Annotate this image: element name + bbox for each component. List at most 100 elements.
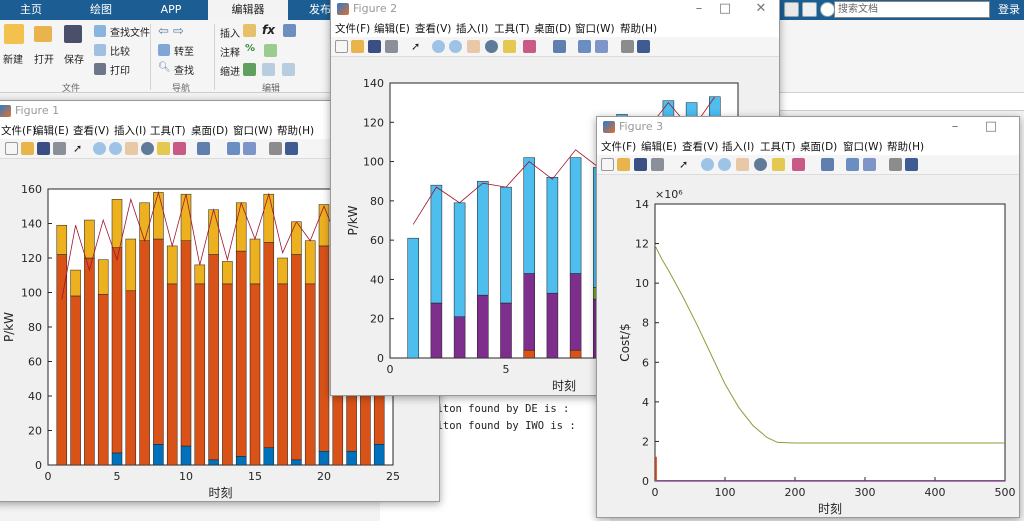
show-plot-tools-icon[interactable] [285, 142, 298, 155]
menu-edit[interactable]: 编辑(E) [641, 139, 677, 154]
fx-icon[interactable]: fx [262, 23, 275, 37]
insert-button[interactable]: 插入 [220, 25, 240, 40]
menu-help[interactable]: 帮助(H) [620, 21, 657, 36]
brush-icon[interactable] [173, 142, 186, 155]
legend-icon[interactable] [243, 142, 256, 155]
save-figure-icon[interactable] [634, 158, 647, 171]
comment-button[interactable]: 注释 [220, 44, 240, 59]
menu-help[interactable]: 帮助(H) [277, 123, 314, 138]
maximize-button[interactable]: □ [979, 118, 1003, 136]
hide-plot-tools-icon[interactable] [889, 158, 902, 171]
goto-button[interactable]: 转至 [174, 43, 194, 58]
select-arrow-icon[interactable]: ➚ [411, 40, 424, 53]
tab-apps[interactable]: APP [140, 0, 202, 20]
menu-desktop[interactable]: 桌面(D) [534, 21, 571, 36]
menu-insert[interactable]: 插入(I) [722, 139, 754, 154]
percent-icon[interactable]: % [245, 43, 255, 54]
insert-section-icon[interactable] [243, 24, 256, 37]
print-button[interactable]: 打印 [110, 62, 130, 77]
menu-edit[interactable]: 编辑(E) [374, 21, 410, 36]
select-arrow-icon[interactable]: ➚ [679, 158, 692, 171]
function-browser-icon[interactable] [283, 24, 296, 37]
new-button[interactable]: 新建 [3, 51, 23, 66]
figure-3-chart[interactable]: 0 100 200 300 400 500 0 2 4 6 8 10 12 14 时刻 Cost/$ ×10⁶ [597, 176, 1020, 518]
print-figure-icon[interactable] [651, 158, 664, 171]
save-figure-icon[interactable] [368, 40, 381, 53]
menu-window[interactable]: 窗口(W) [575, 21, 615, 36]
menu-view[interactable]: 查看(V) [682, 139, 718, 154]
zoom-out-icon[interactable] [109, 142, 122, 155]
zoom-in-icon[interactable] [93, 142, 106, 155]
tab-editor[interactable]: 编辑器 [208, 0, 288, 20]
figure-2-titlebar[interactable]: Figure 2 – □ ✕ [331, 0, 779, 19]
hide-plot-tools-icon[interactable] [621, 40, 634, 53]
zoom-in-icon[interactable] [701, 158, 714, 171]
find-button[interactable]: 查找 [174, 62, 194, 77]
pan-hand-icon[interactable] [467, 40, 480, 53]
indent-left-icon[interactable] [262, 63, 275, 76]
rotate-3d-icon[interactable] [485, 40, 498, 53]
menu-tools[interactable]: 工具(T) [760, 139, 796, 154]
menu-view[interactable]: 查看(V) [415, 21, 451, 36]
link-plot-icon[interactable] [553, 40, 566, 53]
menu-edit[interactable]: 编辑(E) [33, 123, 69, 138]
layout-icon[interactable] [784, 2, 799, 17]
open-file-icon[interactable] [617, 158, 630, 171]
menu-file[interactable]: 文件(F) [1, 123, 36, 138]
legend-icon[interactable] [863, 158, 876, 171]
current-folder-bar[interactable] [780, 93, 1024, 111]
brush-icon[interactable] [523, 40, 536, 53]
menu-insert[interactable]: 插入(I) [114, 123, 146, 138]
print-figure-icon[interactable] [385, 40, 398, 53]
new-figure-icon[interactable] [601, 158, 614, 171]
smart-indent-icon[interactable] [243, 63, 256, 76]
save-button[interactable]: 保存 [64, 51, 84, 66]
pan-hand-icon[interactable] [736, 158, 749, 171]
menu-view[interactable]: 查看(V) [73, 123, 109, 138]
comment-toggle-icon[interactable] [264, 44, 277, 57]
menu-file[interactable]: 文件(F) [601, 139, 636, 154]
menu-file[interactable]: 文件(F) [335, 21, 370, 36]
zoom-in-icon[interactable] [432, 40, 445, 53]
pan-hand-icon[interactable] [125, 142, 138, 155]
save-figure-icon[interactable] [37, 142, 50, 155]
show-plot-tools-icon[interactable] [637, 40, 650, 53]
menu-window[interactable]: 窗口(W) [843, 139, 883, 154]
indent-right-icon[interactable] [282, 63, 295, 76]
link-plot-icon[interactable] [821, 158, 834, 171]
minimize-button[interactable]: – [943, 118, 967, 136]
link-plot-icon[interactable] [197, 142, 210, 155]
compare-button[interactable]: 比较 [110, 43, 130, 58]
menu-insert[interactable]: 插入(I) [456, 21, 488, 36]
indent-button[interactable]: 缩进 [220, 63, 240, 78]
data-cursor-icon[interactable] [772, 158, 785, 171]
data-cursor-icon[interactable] [503, 40, 516, 53]
select-arrow-icon[interactable]: ➚ [73, 142, 86, 155]
menu-help[interactable]: 帮助(H) [887, 139, 924, 154]
legend-icon[interactable] [595, 40, 608, 53]
tab-home[interactable]: 主页 [0, 0, 62, 20]
community-icon[interactable] [802, 2, 817, 17]
brush-icon[interactable] [792, 158, 805, 171]
hide-plot-tools-icon[interactable] [269, 142, 282, 155]
new-figure-icon[interactable] [5, 142, 18, 155]
show-plot-tools-icon[interactable] [905, 158, 918, 171]
zoom-out-icon[interactable] [449, 40, 462, 53]
find-files-button[interactable]: 查找文件 [110, 24, 150, 39]
minimize-button[interactable]: – [687, 0, 711, 18]
colorbar-icon[interactable] [846, 158, 859, 171]
colorbar-icon[interactable] [578, 40, 591, 53]
close-button[interactable]: ✕ [749, 0, 773, 18]
open-file-icon[interactable] [21, 142, 34, 155]
menu-window[interactable]: 窗口(W) [233, 123, 273, 138]
menu-desktop[interactable]: 桌面(D) [800, 139, 837, 154]
login-button[interactable]: 登录 [994, 0, 1024, 20]
help-icon[interactable] [820, 2, 835, 17]
maximize-button[interactable]: □ [713, 0, 737, 18]
open-button[interactable]: 打开 [34, 51, 54, 66]
menu-desktop[interactable]: 桌面(D) [191, 123, 228, 138]
rotate-3d-icon[interactable] [754, 158, 767, 171]
figure-3-titlebar[interactable]: Figure 3 – □ [597, 117, 1019, 137]
print-figure-icon[interactable] [53, 142, 66, 155]
menu-tools[interactable]: 工具(T) [494, 21, 530, 36]
